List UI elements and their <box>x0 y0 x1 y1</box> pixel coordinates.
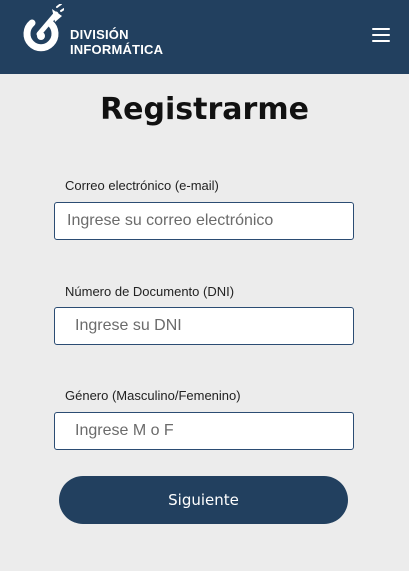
brand-name[interactable]: DIVISIÓN INFORMÁTICA <box>70 27 163 57</box>
top-bar: DIVISIÓN INFORMÁTICA <box>0 0 409 74</box>
gender-field[interactable] <box>54 412 354 450</box>
next-button[interactable]: Siguiente <box>59 476 348 524</box>
dni-field[interactable] <box>54 307 354 345</box>
hamburger-menu-icon[interactable] <box>372 28 390 42</box>
email-label: Correo electrónico (e-mail) <box>65 178 219 193</box>
email-field[interactable] <box>54 202 354 240</box>
plug-power-icon[interactable] <box>18 4 64 60</box>
dni-label: Número de Documento (DNI) <box>65 284 235 299</box>
brand-line-2: INFORMÁTICA <box>70 42 164 57</box>
gender-label: Género (Masculino/Femenino) <box>65 388 241 403</box>
brand-line-1: DIVISIÓN <box>70 27 129 42</box>
page-title: Registrarme <box>100 92 309 127</box>
